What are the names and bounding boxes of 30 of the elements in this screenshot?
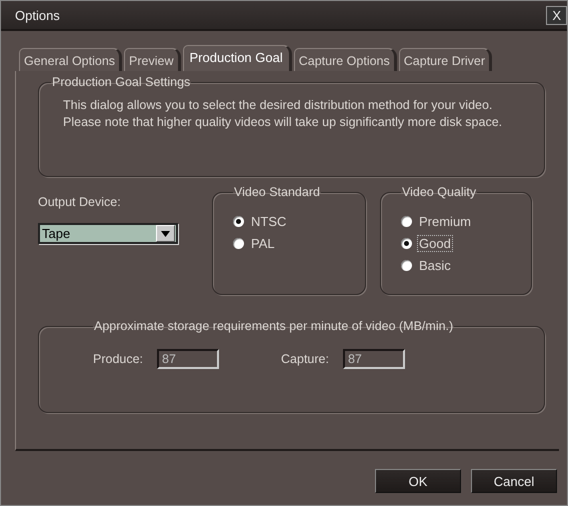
radio-label[interactable]: PAL	[250, 236, 276, 251]
close-button[interactable]: X	[546, 6, 567, 24]
dialog-button[interactable]: OK	[375, 469, 461, 493]
description-text: This dialog allows you to select the desired distribution method for your video. Please note that higher quality videos will take up significantly more disk space.	[63, 97, 504, 131]
radio-button[interactable]	[401, 238, 412, 249]
tab[interactable]: Capture Options	[294, 48, 397, 71]
tab[interactable]: Preview	[124, 48, 180, 71]
window-title: Options	[15, 8, 60, 22]
produce-field[interactable]: 87	[157, 349, 220, 369]
group-title: Video Quality	[401, 185, 478, 199]
radio-label[interactable]: Premium	[418, 214, 472, 229]
dialog-button[interactable]: Cancel	[471, 469, 557, 493]
radio-label[interactable]: Good	[418, 236, 452, 251]
tab[interactable]: General Options	[19, 48, 122, 71]
tab[interactable]: Production Goal	[182, 45, 292, 71]
field-label: Output Device:	[38, 195, 122, 209]
output-device-dropdown[interactable]: Tape	[38, 223, 178, 244]
radio-button[interactable]	[233, 238, 244, 249]
radio-button[interactable]	[401, 216, 412, 227]
radio-label[interactable]: NTSC	[250, 214, 288, 229]
radio-button[interactable]	[233, 216, 244, 227]
radio-button[interactable]	[401, 260, 412, 271]
group-title: Production Goal Settings	[51, 75, 192, 89]
group-title: Approximate storage requirements per minute of video (MB/min.)	[93, 319, 454, 333]
group-title: Video Standard	[233, 185, 321, 199]
capture-field[interactable]: 87	[342, 349, 405, 369]
field-label: Capture:	[281, 352, 329, 366]
tab[interactable]: Capture Driver	[398, 48, 492, 71]
field-label: Produce:	[93, 352, 144, 366]
radio-label[interactable]: Basic	[418, 258, 452, 273]
